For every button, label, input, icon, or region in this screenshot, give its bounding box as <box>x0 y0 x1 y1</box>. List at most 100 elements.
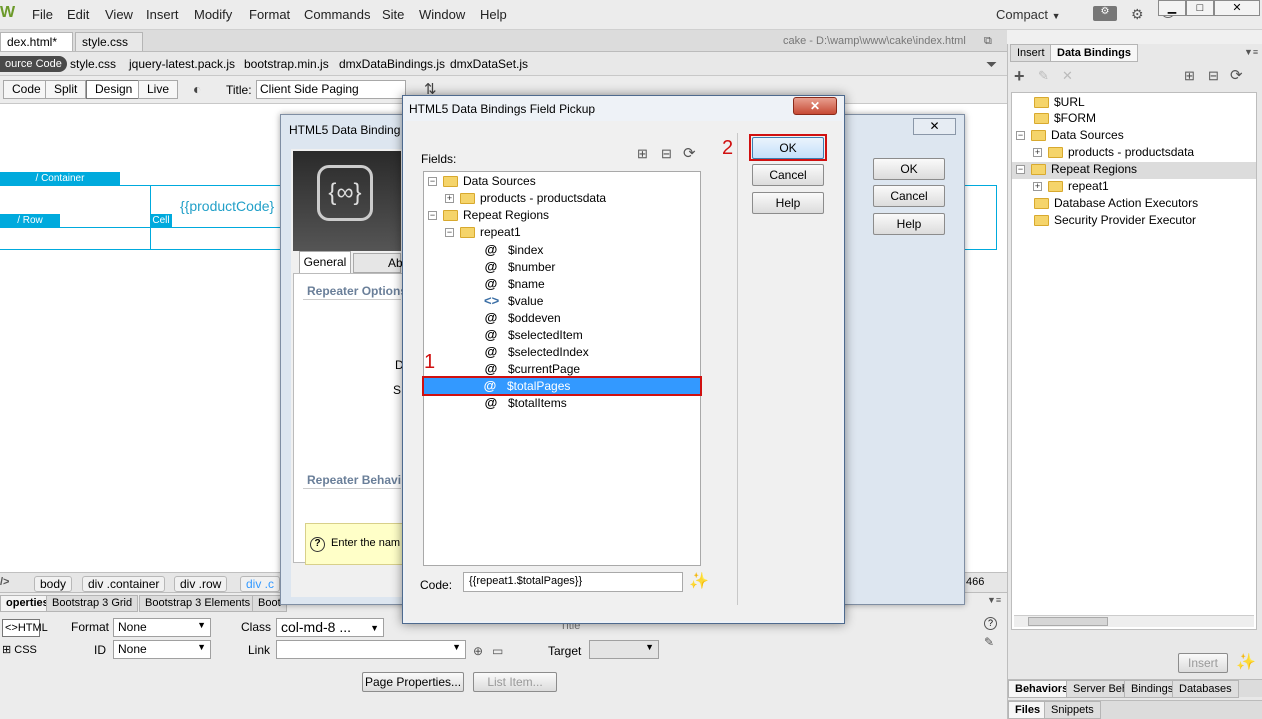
live-view-button[interactable]: Live <box>138 80 179 99</box>
menu-insert[interactable]: Insert <box>146 7 179 22</box>
expand-all-icon[interactable]: ⊞ <box>1184 68 1195 84</box>
menu-edit[interactable]: Edit <box>67 7 89 22</box>
insert-binding-button[interactable]: Insert <box>1178 653 1228 673</box>
sync-settings-icon[interactable]: ⚙ <box>1093 6 1117 21</box>
cancel-button[interactable]: Cancel <box>873 185 945 207</box>
tab-files[interactable]: Files <box>1008 701 1048 719</box>
binding-placeholder[interactable]: {{productCode} <box>180 198 274 214</box>
related-file-source-code[interactable]: ource Code <box>0 56 67 72</box>
help-button[interactable]: Help <box>873 213 945 235</box>
close-window-button[interactable]: ✕ <box>1214 0 1260 16</box>
ok-button[interactable]: OK <box>873 158 945 180</box>
menu-commands[interactable]: Commands <box>304 7 370 22</box>
html-mode-button[interactable]: <>HTML <box>2 619 48 637</box>
tab-index-html[interactable]: dex.html* ✕ <box>0 32 73 63</box>
add-binding-icon[interactable]: + <box>1014 66 1025 87</box>
browse-folder-icon[interactable]: ▭ <box>492 644 503 658</box>
tab-snippets[interactable]: Snippets <box>1044 701 1101 719</box>
refresh-icon[interactable]: ⟳ <box>1230 66 1243 84</box>
tab-general[interactable]: General <box>299 251 351 273</box>
gear-icon[interactable]: ⚙ <box>1131 6 1144 23</box>
field-selectedindex[interactable]: @ $selectedIndex <box>424 344 700 361</box>
field-tree-products[interactable]: + products - productsdata <box>424 191 700 208</box>
target-select[interactable]: ▼ <box>589 640 659 659</box>
point-to-file-icon[interactable]: ⊕ <box>473 644 483 658</box>
tree-item-data-sources[interactable]: − Data Sources <box>1012 128 1256 145</box>
field-totalitems[interactable]: @ $totalItems <box>424 395 700 412</box>
minimize-button[interactable]: ▁ <box>1158 0 1186 16</box>
field-index[interactable]: @ $index <box>424 242 700 259</box>
expand-icon[interactable]: + <box>445 194 454 204</box>
list-item-button[interactable]: List Item... <box>473 672 557 692</box>
tab-style-css[interactable]: style.css ✕ <box>75 32 143 63</box>
tag-div-col[interactable]: div .c <box>240 576 281 592</box>
tag-body[interactable]: body <box>34 576 73 592</box>
scrollbar-thumb[interactable] <box>1028 617 1108 626</box>
field-tree-repeat1[interactable]: − repeat1 <box>424 225 700 242</box>
collapse-icon[interactable]: − <box>428 211 437 221</box>
related-file-style-css[interactable]: style.css <box>70 57 116 71</box>
related-file-bootstrap[interactable]: bootstrap.min.js <box>244 57 329 71</box>
related-file-dmxdataset[interactable]: dmxDataSet.js <box>450 57 528 71</box>
tree-item-db-action-executors[interactable]: Database Action Executors <box>1012 196 1256 213</box>
tree-item-repeat-regions[interactable]: − Repeat Regions <box>1012 162 1256 179</box>
tree-item-products[interactable]: + products - productsdata <box>1012 145 1256 162</box>
menu-help[interactable]: Help <box>480 7 507 22</box>
collapse-icon[interactable]: − <box>428 177 437 187</box>
related-file-jquery[interactable]: jquery-latest.pack.js <box>129 57 235 71</box>
code-input[interactable]: {{repeat1.$totalPages}} <box>463 572 683 592</box>
bindings-tree[interactable]: $URL $FORM − Data Sources + products - pro… <box>1011 92 1257 630</box>
format-select[interactable]: None ▼ <box>113 618 211 637</box>
menu-window[interactable]: Window <box>419 7 465 22</box>
magic-wand-icon[interactable]: ✨ <box>689 571 709 591</box>
tree-item-security-provider[interactable]: Security Provider Executor <box>1012 213 1256 230</box>
refresh-icon[interactable]: ⟳ <box>683 144 696 162</box>
globe-icon[interactable]: ◐ <box>193 81 201 97</box>
tab-bootstrap-grid[interactable]: Bootstrap 3 Grid <box>46 595 139 612</box>
magic-wand-icon[interactable]: ✨ <box>1236 652 1256 672</box>
class-select[interactable]: col-md-8 ... ▼ <box>276 618 384 637</box>
expand-all-icon[interactable]: ⊞ <box>637 146 648 162</box>
tag-div-container[interactable]: div .container <box>82 576 166 592</box>
field-tree-repeat-regions[interactable]: − Repeat Regions <box>424 208 700 225</box>
cancel-button[interactable]: Cancel <box>752 164 824 186</box>
menu-modify[interactable]: Modify <box>194 7 232 22</box>
tab-advanced[interactable]: Ab <box>353 253 403 273</box>
design-view-button[interactable]: Design <box>86 80 142 99</box>
close-button[interactable]: ✕ <box>793 97 837 115</box>
expand-icon[interactable]: + <box>1033 182 1042 192</box>
collapse-icon[interactable]: − <box>1016 131 1025 141</box>
tag-div-row[interactable]: div .row <box>174 576 228 592</box>
restore-doc-icon[interactable]: ⧉ <box>984 35 992 48</box>
workspace-switcher[interactable]: Compact ▼ <box>996 7 1061 22</box>
field-selecteditem[interactable]: @ $selectedItem <box>424 327 700 344</box>
filter-icon[interactable]: ⏷ <box>986 56 997 73</box>
field-name[interactable]: @ $name <box>424 276 700 293</box>
maximize-button[interactable]: □ <box>1186 0 1214 16</box>
split-view-button[interactable]: Split <box>45 80 87 99</box>
tab-data-bindings[interactable]: Data Bindings <box>1050 44 1138 62</box>
fields-tree[interactable]: − Data Sources + products - productsdata −… <box>423 171 701 566</box>
panel-options-icon[interactable]: ▼≡ <box>987 595 1001 605</box>
tree-item-form[interactable]: $FORM <box>1012 111 1256 128</box>
tree-item-url[interactable]: $URL <box>1012 94 1256 111</box>
close-button[interactable]: ✕ <box>913 118 956 135</box>
menu-format[interactable]: Format <box>249 7 290 22</box>
collapse-icon[interactable]: − <box>445 228 454 238</box>
collapse-all-icon[interactable]: ⊟ <box>661 146 672 162</box>
horizontal-scrollbar[interactable] <box>1014 615 1254 627</box>
tree-item-repeat1[interactable]: + repeat1 <box>1012 179 1256 196</box>
related-file-dmxdatabindings[interactable]: dmxDataBindings.js <box>339 57 445 71</box>
field-number[interactable]: @ $number <box>424 259 700 276</box>
collapse-all-icon[interactable]: ⊟ <box>1208 68 1219 84</box>
help-icon[interactable]: ? <box>984 617 997 630</box>
help-button[interactable]: Help <box>752 192 824 214</box>
field-oddeven[interactable]: @ $oddeven <box>424 310 700 327</box>
tab-databases[interactable]: Databases <box>1172 680 1239 698</box>
id-select[interactable]: None ▼ <box>113 640 211 659</box>
panel-options-icon[interactable]: ▼≡ <box>1244 47 1258 57</box>
page-properties-button[interactable]: Page Properties... <box>362 672 464 692</box>
expand-icon[interactable]: + <box>1033 148 1042 158</box>
quick-tag-edit-icon[interactable]: ✎ <box>984 635 994 649</box>
menu-file[interactable]: File <box>32 7 53 22</box>
